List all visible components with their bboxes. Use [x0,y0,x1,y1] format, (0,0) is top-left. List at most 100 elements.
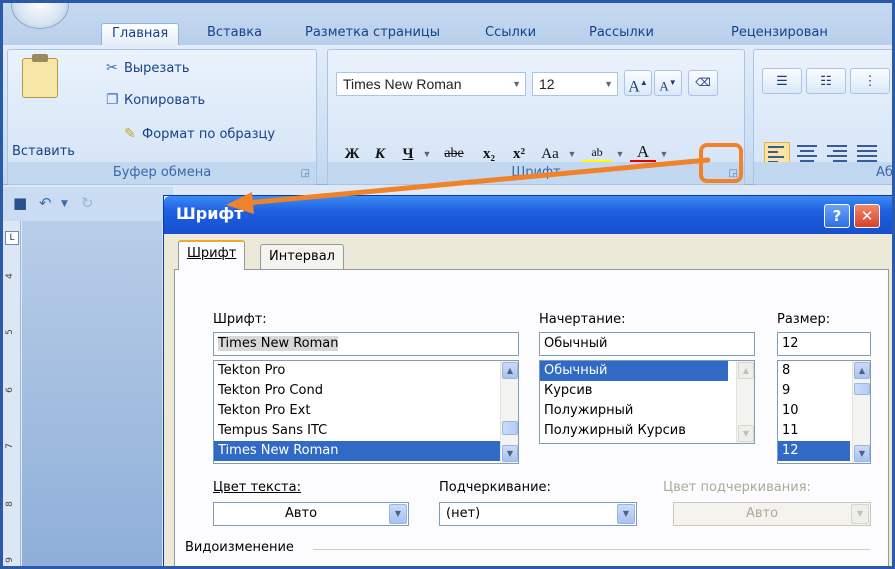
dialog-title-bar[interactable]: Шрифт ? ✕ [164,196,892,234]
chevron-down-icon[interactable]: ▼ [617,504,635,524]
help-button[interactable]: ? [824,204,850,228]
text-color-dropdown[interactable]: Авто ▼ [213,502,409,526]
font-size-value: 12 [539,76,555,92]
close-button[interactable]: ✕ [854,204,880,228]
style-list-item[interactable]: Полужирный Курсив [540,421,754,441]
tab-mailings[interactable]: Рассылки [589,23,654,45]
underline-style-dropdown[interactable]: (нет) ▼ [439,502,637,526]
scroll-up-icon[interactable]: ▲ [502,362,518,379]
scroll-down-icon[interactable]: ▼ [502,445,518,462]
redo-icon[interactable]: ↻ [81,194,94,212]
font-name-dropdown-icon[interactable]: ▼ [512,73,521,95]
text-color-value: Авто [284,506,318,521]
font-group-title: Шрифт [328,162,744,184]
scroll-thumb[interactable] [854,383,870,395]
undo-icon[interactable]: ↶ [39,194,52,212]
size-list-item-selected[interactable]: 12 [778,441,850,461]
multilevel-list-button[interactable]: ⋮ [850,68,890,94]
tab-page-layout[interactable]: Разметка страницы [305,23,440,45]
font-size-combo[interactable]: 12 ▼ [532,72,618,96]
clear-formatting-icon: ⌫ [695,77,711,89]
scroll-up-icon[interactable]: ▲ [738,362,754,379]
font-list-item[interactable]: Tekton Pro Ext [214,401,518,421]
font-list-item[interactable]: Tekton Pro Cond [214,381,518,401]
font-list-scrollbar[interactable]: ▲ ▼ [500,361,518,463]
clipboard-launcher-icon[interactable]: ◲ [301,168,310,179]
highlight-button[interactable]: ab [582,142,612,164]
document-area [22,221,162,566]
tab-home[interactable]: Главная [101,23,180,45]
justify-button[interactable] [854,142,880,164]
bullets-button[interactable]: ☰ [762,68,802,94]
font-name-list[interactable]: Tekton Pro Tekton Pro Cond Tekton Pro Ex… [213,360,519,464]
tab-insert[interactable]: Вставка [207,23,262,45]
ruler-mark-4: 4 [4,273,15,279]
font-size-list[interactable]: 8 9 10 11 12 ▲ ▼ [777,360,871,464]
clipboard-group-title: Буфер обмена [8,162,316,184]
word-window: Главная Вставка Разметка страницы Ссылки… [0,0,895,569]
underline-style-label: Подчеркивание: [439,480,551,495]
office-button[interactable] [11,3,69,29]
style-list-scrollbar[interactable]: ▲ ▼ [736,361,754,443]
paragraph-group: ☰ ☷ ⋮ Аб [753,49,892,185]
scroll-thumb[interactable] [502,421,518,435]
font-style-list[interactable]: Обычный Курсив Полужирный Полужирный Кур… [539,360,755,444]
shrink-font-button[interactable]: A▼ [654,70,682,96]
ribbon-tab-bar: Главная Вставка Разметка страницы Ссылки… [3,3,892,45]
font-name-value: Times New Roman [343,76,462,92]
chevron-down-icon[interactable]: ▼ [389,504,407,524]
align-center-button[interactable] [794,142,820,164]
align-left-button[interactable] [764,142,790,164]
numbering-button[interactable]: ☷ [806,68,846,94]
font-list-item[interactable]: Tekton Pro [214,361,518,381]
font-style-field[interactable]: Обычный [539,332,755,356]
undo-dropdown-icon[interactable]: ▼ [61,199,68,209]
text-color-label: Цвет текста: [213,480,301,495]
align-right-button[interactable] [824,142,850,164]
shrink-font-label: A [659,78,669,94]
tab-references[interactable]: Ссылки [485,23,536,45]
scissors-icon: ✂ [106,60,118,76]
font-size-label: Размер: [777,312,831,327]
tab-spacing[interactable]: Интервал [260,244,344,270]
paste-button[interactable]: Вставить [12,144,75,159]
chevron-down-icon[interactable]: ▼ [851,504,869,524]
copy-label: Копировать [124,93,206,108]
font-color-button[interactable]: A [630,142,656,164]
style-list-item[interactable]: Курсив [540,381,754,401]
format-painter-label: Формат по образцу [142,127,276,142]
tab-font[interactable]: Шрифт [178,240,246,270]
effects-divider [313,549,870,550]
font-tab-panel: Шрифт: Times New Roman Tekton Pro Tekton… [174,269,889,566]
copy-icon: ❐ [106,92,119,108]
font-list-item-selected[interactable]: Times New Roman [214,441,518,461]
paste-icon[interactable] [22,54,58,98]
font-size-dropdown-icon[interactable]: ▼ [604,73,613,95]
brush-icon: ✎ [124,126,136,142]
launcher-highlight-box [699,143,743,183]
style-list-item-selected[interactable]: Обычный [540,361,728,381]
scroll-down-icon[interactable]: ▼ [738,425,754,442]
scroll-up-icon[interactable]: ▲ [854,362,870,379]
font-name-field[interactable]: Times New Roman [213,332,519,356]
font-name-combo[interactable]: Times New Roman ▼ [336,72,526,96]
underline-color-dropdown[interactable]: Авто ▼ [673,502,871,526]
scroll-down-icon[interactable]: ▼ [854,445,870,462]
cut-label: Вырезать [124,61,190,76]
style-list-item[interactable]: Полужирный [540,401,754,421]
tab-review[interactable]: Рецензирован [731,23,828,45]
font-name-label: Шрифт: [213,312,267,327]
paragraph-group-title: Аб [754,162,892,184]
font-list-item[interactable]: Tempus Sans ITC [214,421,518,441]
save-icon[interactable]: ■ [13,194,27,212]
clear-formatting-button[interactable]: ⌫ [688,70,718,96]
size-list-scrollbar[interactable]: ▲ ▼ [852,361,870,463]
font-size-field[interactable]: 12 [777,332,871,356]
tab-stop-selector[interactable]: L [5,231,19,245]
clipboard-group: Вставить ▼ ✂Вырезать ❐Копировать ✎Формат… [7,49,317,185]
underline-color-label: Цвет подчеркивания: [663,480,811,495]
grow-font-button[interactable]: A▲ [624,70,652,96]
cut-button[interactable]: ✂ Вырезать [106,60,190,76]
format-painter-button[interactable]: ✎ Формат по образцу [124,126,275,142]
copy-button[interactable]: ❐ Копировать [106,92,205,108]
